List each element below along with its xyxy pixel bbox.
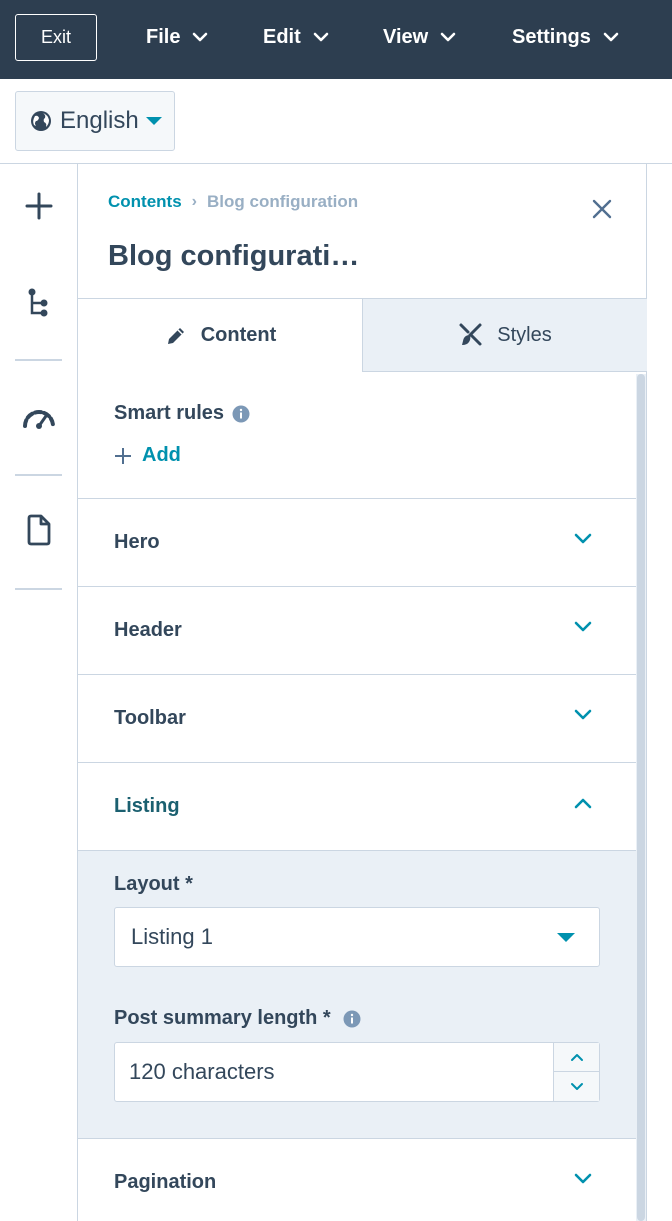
top-nav-bar: Exit File Edit View Settings	[0, 0, 672, 79]
decrement-button[interactable]	[554, 1072, 600, 1101]
chevron-down-icon	[574, 621, 592, 632]
tree-icon	[28, 288, 48, 317]
panel-tabs: Content Styles	[78, 298, 647, 372]
chevron-down-icon	[574, 533, 592, 544]
listing-settings: Layout * Listing 1 Post summary length *…	[78, 850, 636, 1138]
layout-label: Layout *	[114, 873, 193, 895]
pencil-icon	[167, 327, 184, 344]
gauge-icon	[23, 410, 55, 429]
plus-icon	[115, 447, 131, 464]
increment-button[interactable]	[554, 1043, 600, 1072]
info-icon[interactable]	[343, 1010, 361, 1028]
tab-content[interactable]: Content	[78, 299, 362, 372]
language-bar: English	[0, 79, 672, 164]
rail-divider	[15, 359, 62, 361]
section-toolbar-label: Toolbar	[114, 707, 186, 729]
stepper-buttons	[553, 1043, 600, 1101]
section-pagination-label: Pagination	[114, 1171, 217, 1193]
section-listing[interactable]: Listing	[78, 762, 636, 850]
menu-view[interactable]: View	[383, 22, 456, 52]
smart-rules-heading: Smart rules	[114, 402, 250, 425]
optimize-button[interactable]	[19, 398, 59, 438]
section-hero-label: Hero	[114, 531, 160, 553]
breadcrumb-current: Blog configuration	[207, 192, 359, 211]
layers-button[interactable]	[19, 282, 59, 322]
menu-settings[interactable]: Settings	[512, 22, 619, 52]
post-summary-value: 120 characters	[129, 1059, 275, 1084]
close-panel-button[interactable]	[590, 197, 614, 221]
info-icon[interactable]	[232, 405, 250, 423]
add-module-button[interactable]	[19, 186, 59, 226]
chevron-up-icon	[571, 1053, 583, 1061]
panel-title: Blog configurati…	[108, 240, 360, 272]
caret-down-icon	[145, 117, 162, 125]
add-smart-rule-label: Add	[142, 444, 181, 466]
chevron-down-icon	[571, 1083, 583, 1090]
layout-select[interactable]: Listing 1	[114, 907, 600, 967]
add-smart-rule-link[interactable]: Add	[114, 444, 181, 467]
brush-icon	[459, 323, 482, 346]
editor-panel: Contents › Blog configuration Blog confi…	[78, 164, 647, 1221]
chevron-up-icon	[574, 798, 592, 809]
menu-file[interactable]: File	[146, 22, 208, 52]
menu-settings-label: Settings	[512, 25, 591, 48]
menu-edit-label: Edit	[263, 25, 301, 48]
smart-rules-label: Smart rules	[114, 402, 225, 424]
menu-edit[interactable]: Edit	[263, 22, 329, 52]
section-listing-label: Listing	[114, 795, 180, 817]
globe-icon	[31, 111, 51, 131]
section-header[interactable]: Header	[78, 586, 636, 674]
chevron-down-icon	[603, 32, 619, 42]
rail-divider	[15, 474, 62, 476]
breadcrumb-separator: ›	[191, 193, 197, 210]
panel-scrollbar[interactable]	[636, 374, 646, 1221]
section-header-label: Header	[114, 619, 182, 641]
close-icon	[592, 199, 612, 219]
plus-icon	[25, 192, 53, 220]
chevron-down-icon	[193, 32, 208, 42]
scrollbar-thumb[interactable]	[637, 374, 645, 1221]
post-summary-label-row: Post summary length *	[114, 1007, 361, 1030]
section-hero[interactable]: Hero	[78, 498, 636, 586]
chevron-down-icon	[574, 709, 592, 720]
tab-styles[interactable]: Styles	[362, 299, 647, 372]
page-icon	[27, 514, 51, 546]
tab-content-label: Content	[200, 324, 277, 346]
rail-divider	[15, 588, 62, 590]
chevron-down-icon	[574, 1173, 592, 1184]
caret-down-icon	[557, 933, 575, 942]
language-label: English	[60, 107, 139, 134]
chevron-down-icon	[440, 32, 456, 42]
layout-select-value: Listing 1	[131, 924, 213, 949]
left-tool-rail	[0, 164, 78, 1221]
page-settings-button[interactable]	[19, 510, 59, 550]
menu-view-label: View	[383, 25, 429, 48]
section-toolbar[interactable]: Toolbar	[78, 674, 636, 762]
post-summary-label: Post summary length *	[114, 1007, 331, 1029]
language-selector[interactable]: English	[15, 91, 175, 151]
section-pagination[interactable]: Pagination	[78, 1138, 636, 1221]
breadcrumb-contents-link[interactable]: Contents	[108, 192, 182, 212]
post-summary-length-stepper[interactable]: 120 characters	[114, 1042, 600, 1102]
menu-file-label: File	[146, 25, 181, 48]
breadcrumb: Contents › Blog configuration	[108, 192, 358, 212]
chevron-down-icon	[313, 32, 329, 42]
tab-styles-label: Styles	[497, 323, 552, 346]
exit-button[interactable]: Exit	[15, 14, 97, 61]
